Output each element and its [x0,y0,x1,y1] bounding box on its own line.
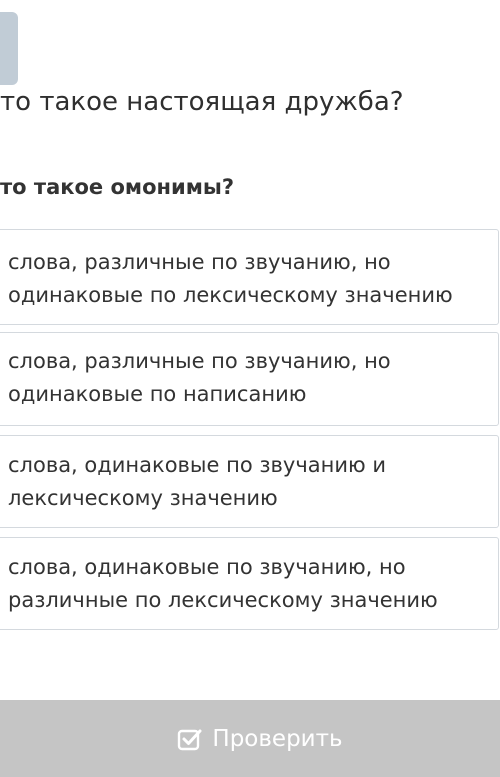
footer-bar: Проверить [0,700,500,777]
answer-option-3[interactable]: слова, одинаковые по звучанию и лексичес… [0,435,499,528]
question-text: то такое омонимы? [0,175,235,199]
answer-option-1[interactable]: слова, различные по звучанию, но одинако… [0,229,499,325]
top-tab[interactable] [0,12,18,85]
answer-option-3-label: слова, одинаковые по звучанию и лексичес… [8,453,386,510]
answer-option-1-label: слова, различные по звучанию, но одинако… [8,250,453,307]
answer-option-4[interactable]: слова, одинаковые по звучанию, но различ… [0,537,499,630]
answer-option-2-label: слова, различные по звучанию, но одинако… [8,349,391,406]
check-button-label: Проверить [212,725,343,752]
checkbox-icon [178,729,202,750]
check-button[interactable]: Проверить [0,700,500,777]
page-title: то такое настоящая дружба? [0,87,404,117]
answer-option-4-label: слова, одинаковые по звучанию, но различ… [8,555,438,612]
answer-option-2[interactable]: слова, различные по звучанию, но одинако… [0,332,499,426]
